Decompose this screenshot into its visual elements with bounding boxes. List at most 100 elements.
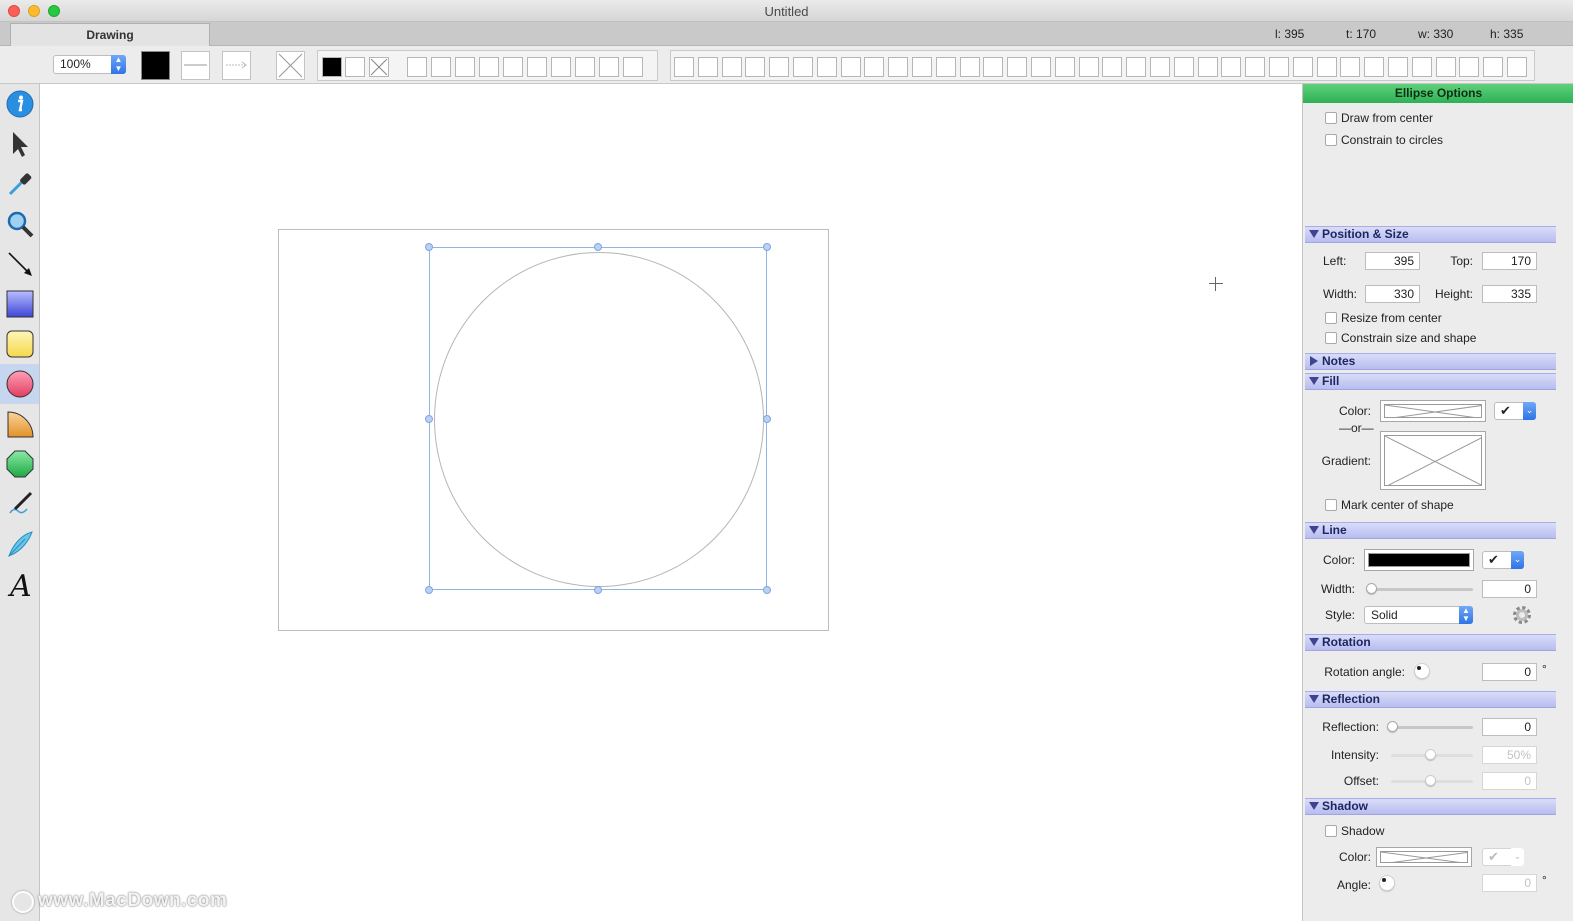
- swatch-none[interactable]: [369, 57, 389, 77]
- color-swatch[interactable]: [623, 57, 643, 77]
- polygon-tool[interactable]: [0, 444, 39, 484]
- color-swatch[interactable]: [599, 57, 619, 77]
- tab-drawing[interactable]: Drawing: [10, 23, 210, 46]
- rounded-rectangle-tool[interactable]: [0, 324, 39, 364]
- gradient-well[interactable]: [1380, 431, 1486, 490]
- line-settings-button[interactable]: [1510, 603, 1534, 630]
- custom-color-swatch[interactable]: [1483, 57, 1504, 77]
- ellipse-shape[interactable]: [434, 252, 764, 587]
- zoom-stepper-icon[interactable]: ▲ ▼: [111, 55, 126, 74]
- custom-color-swatch[interactable]: [1245, 57, 1266, 77]
- eyedropper-tool[interactable]: [0, 164, 39, 204]
- mark-center-checkbox[interactable]: [1325, 499, 1337, 511]
- constrain-size-checkbox[interactable]: [1325, 332, 1337, 344]
- color-swatch[interactable]: [407, 57, 427, 77]
- line-width-slider-knob[interactable]: [1366, 583, 1377, 594]
- intensity-field[interactable]: 50%: [1482, 746, 1537, 764]
- custom-color-swatch[interactable]: [1078, 57, 1099, 77]
- custom-color-swatch[interactable]: [983, 57, 1004, 77]
- custom-color-swatch[interactable]: [721, 57, 742, 77]
- fill-check-popup[interactable]: ✔ ⌄: [1494, 402, 1536, 420]
- custom-color-swatch[interactable]: [864, 57, 885, 77]
- drawing-canvas[interactable]: [40, 84, 1302, 921]
- custom-color-swatch[interactable]: [697, 57, 718, 77]
- height-field[interactable]: 335: [1482, 285, 1537, 303]
- fill-color-well[interactable]: [1380, 400, 1486, 422]
- custom-color-swatch[interactable]: [1173, 57, 1194, 77]
- section-reflection[interactable]: Reflection: [1305, 691, 1556, 708]
- line-style-well[interactable]: [181, 51, 210, 80]
- resize-from-center-checkbox[interactable]: [1325, 312, 1337, 324]
- custom-color-swatch[interactable]: [1054, 57, 1075, 77]
- color-swatch[interactable]: [527, 57, 547, 77]
- custom-color-swatch[interactable]: [1292, 57, 1313, 77]
- custom-color-swatch[interactable]: [1459, 57, 1480, 77]
- custom-color-swatch[interactable]: [1197, 57, 1218, 77]
- custom-color-swatch[interactable]: [1126, 57, 1147, 77]
- color-swatch[interactable]: [575, 57, 595, 77]
- color-swatch[interactable]: [551, 57, 571, 77]
- custom-color-swatch[interactable]: [1102, 57, 1123, 77]
- color-swatch[interactable]: [431, 57, 451, 77]
- handle-left[interactable]: [425, 415, 433, 423]
- arrow-style-well[interactable]: [222, 51, 251, 80]
- handle-right[interactable]: [763, 415, 771, 423]
- custom-color-swatch[interactable]: [769, 57, 790, 77]
- custom-color-swatch[interactable]: [1364, 57, 1385, 77]
- fill-color-well[interactable]: [141, 51, 170, 80]
- top-field[interactable]: 170: [1482, 252, 1537, 270]
- section-rotation[interactable]: Rotation: [1305, 634, 1556, 651]
- constrain-circles-checkbox[interactable]: [1325, 134, 1337, 146]
- handle-top[interactable]: [594, 243, 602, 251]
- custom-color-swatch[interactable]: [1316, 57, 1337, 77]
- swatch-white[interactable]: [345, 57, 365, 77]
- custom-color-swatch[interactable]: [674, 57, 694, 77]
- section-fill[interactable]: Fill: [1305, 373, 1556, 390]
- width-field[interactable]: 330: [1365, 285, 1420, 303]
- shadow-angle-field[interactable]: 0: [1482, 874, 1537, 892]
- shadow-angle-dial[interactable]: [1379, 875, 1395, 891]
- intensity-slider-knob[interactable]: [1425, 749, 1436, 760]
- line-width-slider[interactable]: [1371, 588, 1473, 591]
- custom-color-swatch[interactable]: [840, 57, 861, 77]
- custom-color-swatch[interactable]: [1007, 57, 1028, 77]
- shadow-check-popup[interactable]: ✔ ⌄: [1482, 848, 1524, 866]
- custom-color-swatch[interactable]: [745, 57, 766, 77]
- custom-color-swatch[interactable]: [1507, 57, 1527, 77]
- reflection-field[interactable]: 0: [1482, 718, 1537, 736]
- no-fill-well[interactable]: [276, 51, 305, 80]
- zoom-tool[interactable]: [0, 204, 39, 244]
- color-swatch[interactable]: [479, 57, 499, 77]
- line-check-popup[interactable]: ✔ ⌄: [1482, 551, 1524, 569]
- custom-color-swatch[interactable]: [816, 57, 837, 77]
- pie-tool[interactable]: [0, 404, 39, 444]
- line-style-select[interactable]: Solid ▲ ▼: [1364, 606, 1473, 624]
- zoom-select[interactable]: 100% ▲ ▼: [53, 55, 126, 74]
- color-swatch[interactable]: [455, 57, 475, 77]
- handle-top-right[interactable]: [763, 243, 771, 251]
- info-tool[interactable]: [0, 84, 39, 124]
- pen-tool[interactable]: [0, 484, 39, 524]
- rectangle-tool[interactable]: [0, 284, 39, 324]
- rotation-angle-field[interactable]: 0: [1482, 663, 1537, 681]
- section-shadow[interactable]: Shadow: [1305, 798, 1556, 815]
- custom-color-swatch[interactable]: [1340, 57, 1361, 77]
- color-swatch[interactable]: [503, 57, 523, 77]
- select-tool[interactable]: [0, 124, 39, 164]
- shadow-color-well[interactable]: [1376, 847, 1472, 867]
- custom-color-swatch[interactable]: [888, 57, 909, 77]
- handle-bottom-left[interactable]: [425, 586, 433, 594]
- custom-color-swatch[interactable]: [1435, 57, 1456, 77]
- custom-color-swatch[interactable]: [935, 57, 956, 77]
- handle-bottom[interactable]: [594, 586, 602, 594]
- line-tool[interactable]: [0, 244, 39, 284]
- section-position-size[interactable]: Position & Size: [1305, 226, 1556, 243]
- text-tool[interactable]: A: [0, 564, 39, 604]
- line-color-well[interactable]: [1364, 549, 1474, 571]
- custom-color-swatch[interactable]: [1269, 57, 1289, 77]
- ellipse-tool[interactable]: [0, 364, 39, 404]
- shadow-checkbox[interactable]: [1325, 825, 1337, 837]
- left-field[interactable]: 395: [1365, 252, 1420, 270]
- custom-color-swatch[interactable]: [793, 57, 813, 77]
- reflection-slider-knob[interactable]: [1387, 721, 1398, 732]
